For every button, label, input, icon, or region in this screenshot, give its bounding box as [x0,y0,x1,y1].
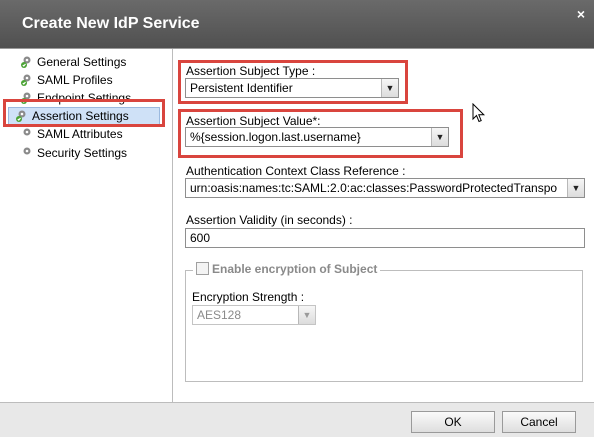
nav-item-label: Endpoint Settings [37,91,132,105]
gear-icon [20,91,34,105]
gear-icon [20,127,34,141]
subject-value-label: Assertion Subject Value*: [186,114,321,128]
subject-value-select[interactable]: %{session.logon.last.username} ▼ [185,127,449,147]
encryption-strength-label: Encryption Strength : [192,290,305,304]
subject-type-value: Persistent Identifier [190,81,293,95]
nav-item-saml-profiles[interactable]: SAML Profiles [20,72,113,88]
cancel-button[interactable]: Cancel [502,411,576,433]
settings-nav: General Settings SAML Profiles Endpoint … [0,49,173,403]
encryption-legend-label: Enable encryption of Subject [212,262,378,276]
gear-icon [20,73,34,87]
nav-item-label: General Settings [37,55,127,69]
nav-item-endpoint-settings[interactable]: Endpoint Settings [20,90,131,106]
chevron-down-icon[interactable]: ▼ [431,128,448,146]
nav-item-label: SAML Attributes [37,127,123,141]
subject-type-label: Assertion Subject Type : [186,64,316,78]
nav-item-label: Assertion Settings [32,109,129,123]
encryption-legend: Enable encryption of Subject [193,262,381,276]
auth-context-value: urn:oasis:names:tc:SAML:2.0:ac:classes:P… [190,181,558,195]
encryption-strength-value: AES128 [197,308,242,322]
mouse-cursor-icon [472,103,486,123]
chevron-down-icon[interactable]: ▼ [567,179,584,197]
subject-type-select[interactable]: Persistent Identifier ▼ [185,78,399,98]
nav-item-label: SAML Profiles [37,73,113,87]
encryption-fieldset [185,270,583,382]
encryption-checkbox[interactable] [196,262,209,275]
close-icon[interactable]: × [577,6,585,22]
nav-item-label: Security Settings [37,146,128,160]
encryption-strength-select[interactable]: AES128 ▼ [192,305,316,325]
nav-item-saml-attributes[interactable]: SAML Attributes [20,126,123,142]
ok-button[interactable]: OK [411,411,495,433]
auth-context-label: Authentication Context Class Reference : [186,164,406,178]
dialog-footer: OK Cancel [0,402,594,437]
gear-icon [20,55,34,69]
gear-icon [20,146,34,160]
chevron-down-icon[interactable]: ▼ [298,306,315,324]
create-idp-service-dialog: Create New IdP Service × General Setting… [0,0,594,437]
dialog-titlebar: Create New IdP Service × [0,0,594,48]
validity-label: Assertion Validity (in seconds) : [186,213,353,227]
validity-input[interactable]: 600 [185,228,585,248]
chevron-down-icon[interactable]: ▼ [381,79,398,97]
nav-item-general-settings[interactable]: General Settings [20,54,126,70]
dialog-title: Create New IdP Service [22,15,200,32]
gear-icon [15,109,29,123]
subject-value-value: %{session.logon.last.username} [190,130,361,144]
auth-context-select[interactable]: urn:oasis:names:tc:SAML:2.0:ac:classes:P… [185,178,585,198]
nav-item-security-settings[interactable]: Security Settings [20,145,127,161]
nav-item-assertion-settings[interactable]: Assertion Settings [8,107,160,125]
